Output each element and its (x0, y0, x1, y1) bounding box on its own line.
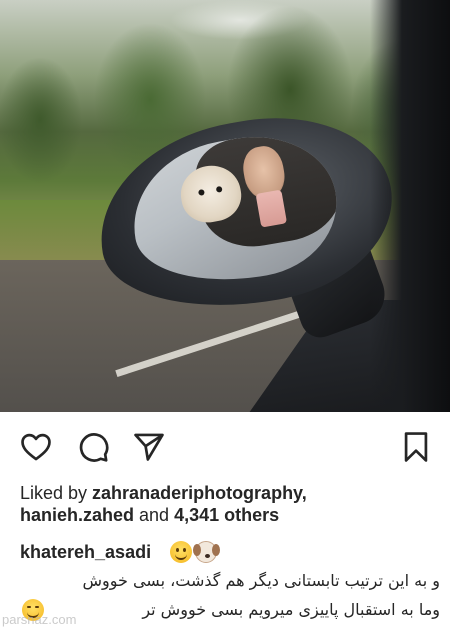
photo-phone (255, 189, 288, 228)
bookmark-icon (404, 432, 428, 462)
dog-face-icon (193, 541, 217, 563)
watermark: parsnaz.com (2, 612, 77, 627)
likes-prefix: Liked by (20, 483, 93, 503)
comment-button[interactable] (72, 426, 114, 468)
caption-line-2: وما به استقبال پاییزی میرویم بسی خووش تر (142, 600, 440, 619)
likes-summary: Liked by zahranaderiphotography, hanieh.… (20, 482, 440, 526)
caption-username[interactable]: khatereh_asadi (20, 540, 151, 564)
caption-emojis (170, 541, 217, 563)
liked-by-user-link[interactable]: zahranaderiphotography, (92, 483, 307, 503)
action-bar (0, 412, 450, 482)
likes-count-link[interactable]: 4,341 others (174, 505, 279, 525)
likes-and: and (134, 505, 175, 525)
heart-icon (21, 433, 51, 461)
photo-window-frame (370, 0, 450, 412)
share-button[interactable] (128, 426, 170, 468)
liked-by-user-link-2[interactable]: hanieh.zahed (20, 505, 134, 525)
save-button[interactable] (395, 426, 437, 468)
like-button[interactable] (15, 426, 57, 468)
comment-icon (79, 433, 109, 462)
caption-line-1: و به این ترتیب تابستانی دیگر هم گذشت، بس… (82, 571, 440, 590)
post-photo[interactable] (0, 0, 450, 412)
smiling-face-icon (170, 541, 192, 563)
paper-plane-icon (134, 433, 164, 461)
